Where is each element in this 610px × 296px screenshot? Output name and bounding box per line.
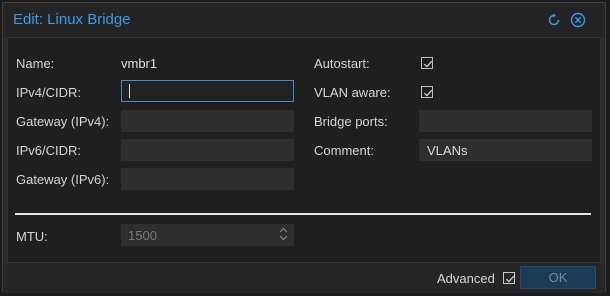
comment-input[interactable]: VLANs bbox=[419, 139, 592, 161]
dialog-titlebar: Edit: Linux Bridge bbox=[3, 3, 605, 37]
advanced-label: Advanced bbox=[437, 271, 495, 286]
autostart-checkbox[interactable] bbox=[421, 57, 433, 69]
text-caret bbox=[129, 84, 130, 98]
ipv4-cidr-label: IPv4/CIDR: bbox=[16, 85, 82, 100]
name-label: Name: bbox=[16, 56, 55, 71]
comment-label: Comment: bbox=[314, 143, 374, 158]
bridge-ports-label: Bridge ports: bbox=[314, 114, 388, 129]
gateway-ipv6-label: Gateway (IPv6): bbox=[16, 172, 110, 187]
dialog-body: Name: vmbr1 IPv4/CIDR: Gateway (IPv4): I… bbox=[7, 37, 601, 263]
mtu-placeholder: 1500 bbox=[128, 228, 157, 243]
dialog-title: Edit: Linux Bridge bbox=[13, 11, 131, 28]
close-icon[interactable] bbox=[569, 11, 587, 29]
checkmark-icon bbox=[423, 89, 433, 97]
ipv6-cidr-label: IPv6/CIDR: bbox=[16, 143, 82, 158]
advanced-checkbox[interactable] bbox=[503, 272, 515, 284]
checkmark-icon bbox=[505, 275, 515, 283]
ok-button[interactable]: OK bbox=[520, 266, 596, 289]
gateway-ipv4-label: Gateway (IPv4): bbox=[16, 114, 110, 129]
name-value: vmbr1 bbox=[121, 56, 158, 71]
checkmark-icon bbox=[423, 60, 433, 68]
vlan-aware-checkbox[interactable] bbox=[421, 86, 433, 98]
gateway-ipv4-input[interactable] bbox=[121, 110, 294, 132]
spinner-arrows-icon[interactable] bbox=[279, 227, 288, 241]
advanced-divider bbox=[15, 213, 591, 215]
ipv4-cidr-input[interactable] bbox=[121, 80, 294, 102]
edit-linux-bridge-dialog: Edit: Linux Bridge Name: vmbr1 IPv4/CIDR… bbox=[2, 2, 606, 293]
bridge-ports-input[interactable] bbox=[419, 110, 592, 132]
reset-icon[interactable] bbox=[545, 11, 563, 29]
gateway-ipv6-input[interactable] bbox=[121, 168, 294, 190]
autostart-label: Autostart: bbox=[314, 56, 370, 71]
dialog-footer: Advanced OK bbox=[3, 263, 605, 293]
vlan-aware-label: VLAN aware: bbox=[314, 85, 391, 100]
mtu-label: MTU: bbox=[16, 229, 48, 244]
mtu-input[interactable]: 1500 bbox=[121, 224, 294, 246]
ipv6-cidr-input[interactable] bbox=[121, 139, 294, 161]
